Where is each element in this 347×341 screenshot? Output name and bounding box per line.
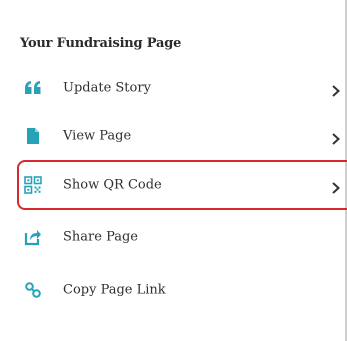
chevron-right-icon [331, 179, 341, 194]
menu-item-label: Update Story [63, 80, 151, 96]
menu-item-label: Share Page [63, 229, 138, 245]
menu-item-update-story[interactable]: Update Story [0, 62, 347, 114]
menu-item-label: View Page [63, 128, 132, 144]
chevron-right-icon [331, 82, 341, 97]
qr-code-icon [24, 176, 42, 194]
link-icon [24, 281, 42, 299]
fundraising-menu-panel: Your Fundraising Page Update Story View … [0, 0, 347, 341]
menu-item-share-page[interactable]: Share Page [0, 211, 347, 263]
menu-item-view-page[interactable]: View Page [0, 110, 347, 162]
menu-item-label: Copy Page Link [63, 282, 166, 298]
share-icon [24, 228, 42, 246]
menu-item-copy-page-link[interactable]: Copy Page Link [0, 264, 347, 316]
section-title: Your Fundraising Page [20, 36, 182, 51]
menu-item-label: Show QR Code [63, 177, 162, 193]
chevron-right-icon [331, 130, 341, 145]
menu-item-show-qr-code[interactable]: Show QR Code [0, 159, 347, 211]
quote-icon [24, 79, 42, 97]
document-icon [24, 127, 42, 145]
